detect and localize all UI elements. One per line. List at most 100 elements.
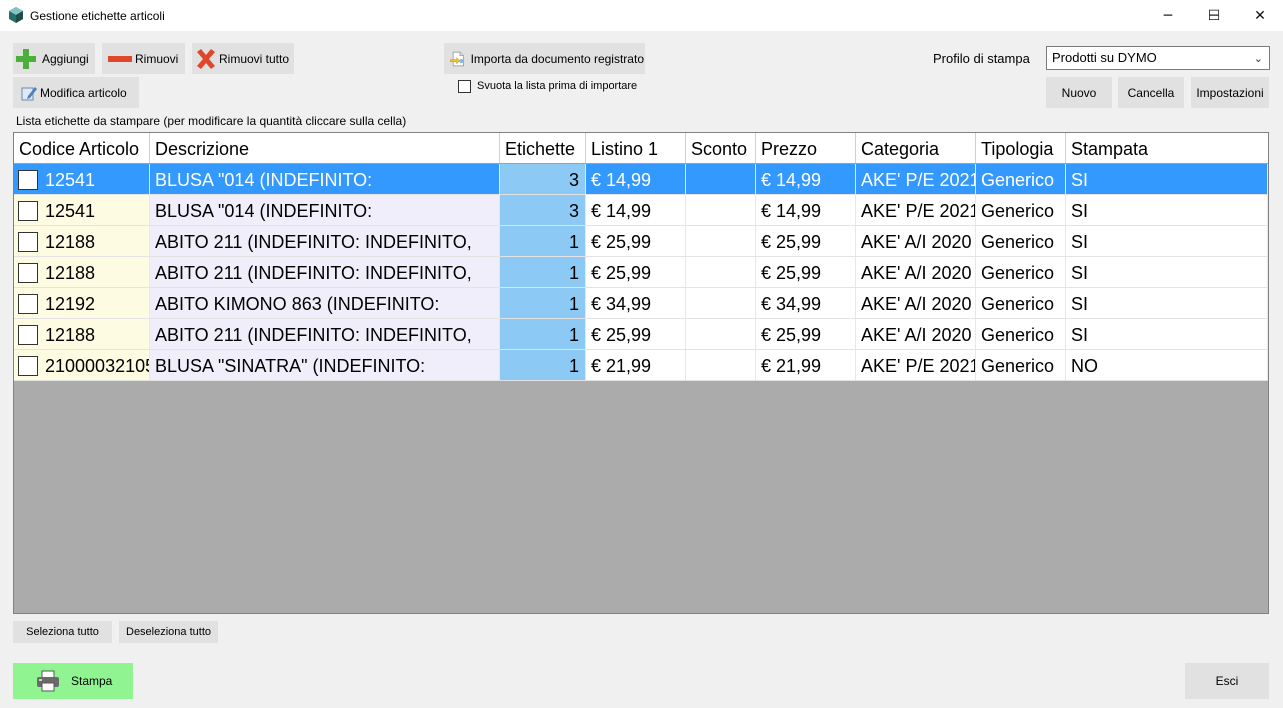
deselect-all-label: Deseleziona tutto bbox=[126, 626, 211, 638]
print-profile-value: Prodotti su DYMO bbox=[1052, 50, 1157, 65]
close-icon: ✕ bbox=[1254, 7, 1266, 24]
column-header-code[interactable]: Codice Articolo bbox=[14, 133, 150, 163]
exit-label: Esci bbox=[1215, 674, 1239, 688]
chevron-down-icon: ⌄ bbox=[1253, 52, 1263, 65]
cell-list1: € 25,99 bbox=[586, 257, 686, 287]
remove-label: Rimuovi bbox=[135, 51, 179, 66]
cell-printed: SI bbox=[1066, 195, 1268, 225]
row-checkbox[interactable] bbox=[18, 201, 38, 221]
column-header-labels[interactable]: Etichette bbox=[500, 133, 586, 163]
cell-labels[interactable]: 3 bbox=[500, 195, 586, 225]
remove-all-button[interactable]: Rimuovi tutto bbox=[192, 43, 294, 74]
cell-price: € 21,99 bbox=[756, 350, 856, 380]
table-row[interactable]: 12188 ABITO 211 (INDEFINITO: INDEFINITO, 1… bbox=[14, 257, 1268, 288]
cell-price: € 34,99 bbox=[756, 288, 856, 318]
add-button[interactable]: Aggiungi bbox=[13, 43, 95, 74]
cell-list1: € 21,99 bbox=[586, 350, 686, 380]
table-row[interactable]: 2100003210510BLUSA "SINATRA" (INDEFINITO… bbox=[14, 350, 1268, 381]
cell-type: Generico bbox=[976, 164, 1066, 194]
cell-list1: € 25,99 bbox=[586, 226, 686, 256]
column-header-type[interactable]: Tipologia bbox=[976, 133, 1066, 163]
column-header-printed[interactable]: Stampata bbox=[1066, 133, 1268, 163]
table-row[interactable]: 12192 ABITO KIMONO 863 (INDEFINITO: 1 € 34,… bbox=[14, 288, 1268, 319]
maximize-button[interactable]: ☐ bbox=[1191, 0, 1237, 31]
cell-category: AKE' P/E 2021 bbox=[856, 195, 976, 225]
row-checkbox[interactable] bbox=[18, 170, 38, 190]
add-label: Aggiungi bbox=[42, 51, 89, 66]
cell-discount bbox=[686, 195, 756, 225]
cell-type: Generico bbox=[976, 288, 1066, 318]
column-header-description[interactable]: Descrizione bbox=[150, 133, 500, 163]
print-profile-label: Profilo di stampa bbox=[933, 51, 1030, 66]
edit-article-label: Modifica articolo bbox=[40, 85, 127, 100]
cell-labels[interactable]: 1 bbox=[500, 226, 586, 256]
cell-description: BLUSA "SINATRA" (INDEFINITO: bbox=[150, 350, 500, 380]
print-label: Stampa bbox=[71, 674, 113, 688]
cell-type: Generico bbox=[976, 257, 1066, 287]
delete-profile-label: Cancella bbox=[1127, 85, 1175, 100]
row-checkbox[interactable] bbox=[18, 356, 38, 376]
row-checkbox[interactable] bbox=[18, 232, 38, 252]
labels-grid[interactable]: Codice Articolo Descrizione Etichette Li… bbox=[13, 132, 1269, 614]
table-row[interactable]: 12188 ABITO 211 (INDEFINITO: INDEFINITO, 1… bbox=[14, 226, 1268, 257]
remove-button[interactable]: Rimuovi bbox=[102, 43, 185, 74]
window-title: Gestione etichette articoli bbox=[30, 9, 165, 23]
settings-label: Impostazioni bbox=[1196, 85, 1264, 100]
cell-price: € 14,99 bbox=[756, 195, 856, 225]
column-header-list1[interactable]: Listino 1 bbox=[586, 133, 686, 163]
import-label: Importa da documento registrato bbox=[470, 51, 644, 66]
edit-article-button[interactable]: Modifica articolo bbox=[13, 77, 139, 108]
table-row[interactable]: 12188 ABITO 211 (INDEFINITO: INDEFINITO, 1… bbox=[14, 319, 1268, 350]
new-profile-button[interactable]: Nuovo bbox=[1046, 77, 1112, 108]
table-row[interactable]: 12541 BLUSA "014 (INDEFINITO: 3 € 14,99 € 14… bbox=[14, 164, 1268, 195]
import-button[interactable]: Importa da documento registrato bbox=[444, 43, 645, 74]
minimize-btn[interactable]: ─ bbox=[1145, 0, 1191, 31]
import-document-icon bbox=[450, 51, 464, 66]
cell-category: AKE' P/E 2021 bbox=[856, 164, 976, 194]
cell-discount bbox=[686, 350, 756, 380]
delete-profile-button[interactable]: Cancella bbox=[1118, 77, 1184, 108]
cell-labels[interactable]: 1 bbox=[500, 350, 586, 380]
cell-list1: € 14,99 bbox=[586, 195, 686, 225]
cell-description: ABITO 211 (INDEFINITO: INDEFINITO, bbox=[150, 226, 500, 256]
cell-type: Generico bbox=[976, 195, 1066, 225]
list-caption: Lista etichette da stampare (per modific… bbox=[16, 114, 407, 128]
row-checkbox[interactable] bbox=[18, 263, 38, 283]
cell-list1: € 34,99 bbox=[586, 288, 686, 318]
cell-price: € 25,99 bbox=[756, 257, 856, 287]
cell-discount bbox=[686, 164, 756, 194]
cell-list1: € 25,99 bbox=[586, 319, 686, 349]
row-checkbox[interactable] bbox=[18, 294, 38, 314]
column-header-category[interactable]: Categoria bbox=[856, 133, 976, 163]
deselect-all-button[interactable]: Deseleziona tutto bbox=[119, 621, 218, 643]
settings-button[interactable]: Impostazioni bbox=[1191, 77, 1269, 108]
close-button[interactable]: ✕ bbox=[1237, 0, 1283, 31]
cell-description: ABITO KIMONO 863 (INDEFINITO: bbox=[150, 288, 500, 318]
cell-printed: SI bbox=[1066, 164, 1268, 194]
grid-header: Codice Articolo Descrizione Etichette Li… bbox=[14, 133, 1268, 164]
cell-labels[interactable]: 3 bbox=[500, 164, 586, 194]
cell-type: Generico bbox=[976, 226, 1066, 256]
table-row[interactable]: 12541 BLUSA "014 (INDEFINITO: 3 € 14,99 € 14… bbox=[14, 195, 1268, 226]
cell-category: AKE' A/I 2020 bbox=[856, 288, 976, 318]
cell-printed: SI bbox=[1066, 319, 1268, 349]
cell-printed: SI bbox=[1066, 226, 1268, 256]
cell-printed: SI bbox=[1066, 257, 1268, 287]
cell-discount bbox=[686, 226, 756, 256]
row-checkbox[interactable] bbox=[18, 325, 38, 345]
cell-list1: € 14,99 bbox=[586, 164, 686, 194]
cell-labels[interactable]: 1 bbox=[500, 257, 586, 287]
cell-labels[interactable]: 1 bbox=[500, 319, 586, 349]
printer-icon bbox=[37, 670, 59, 692]
column-header-price[interactable]: Prezzo bbox=[756, 133, 856, 163]
cell-labels[interactable]: 1 bbox=[500, 288, 586, 318]
column-header-discount[interactable]: Sconto bbox=[686, 133, 756, 163]
select-all-button[interactable]: Seleziona tutto bbox=[13, 621, 112, 643]
clear-before-import-checkbox[interactable] bbox=[458, 80, 471, 93]
edit-icon bbox=[21, 86, 37, 100]
exit-button[interactable]: Esci bbox=[1185, 663, 1269, 699]
cell-category: AKE' P/E 2021 bbox=[856, 350, 976, 380]
print-button[interactable]: Stampa bbox=[13, 663, 133, 699]
new-profile-label: Nuovo bbox=[1061, 85, 1097, 100]
print-profile-select[interactable]: Prodotti su DYMO ⌄ bbox=[1046, 46, 1270, 70]
